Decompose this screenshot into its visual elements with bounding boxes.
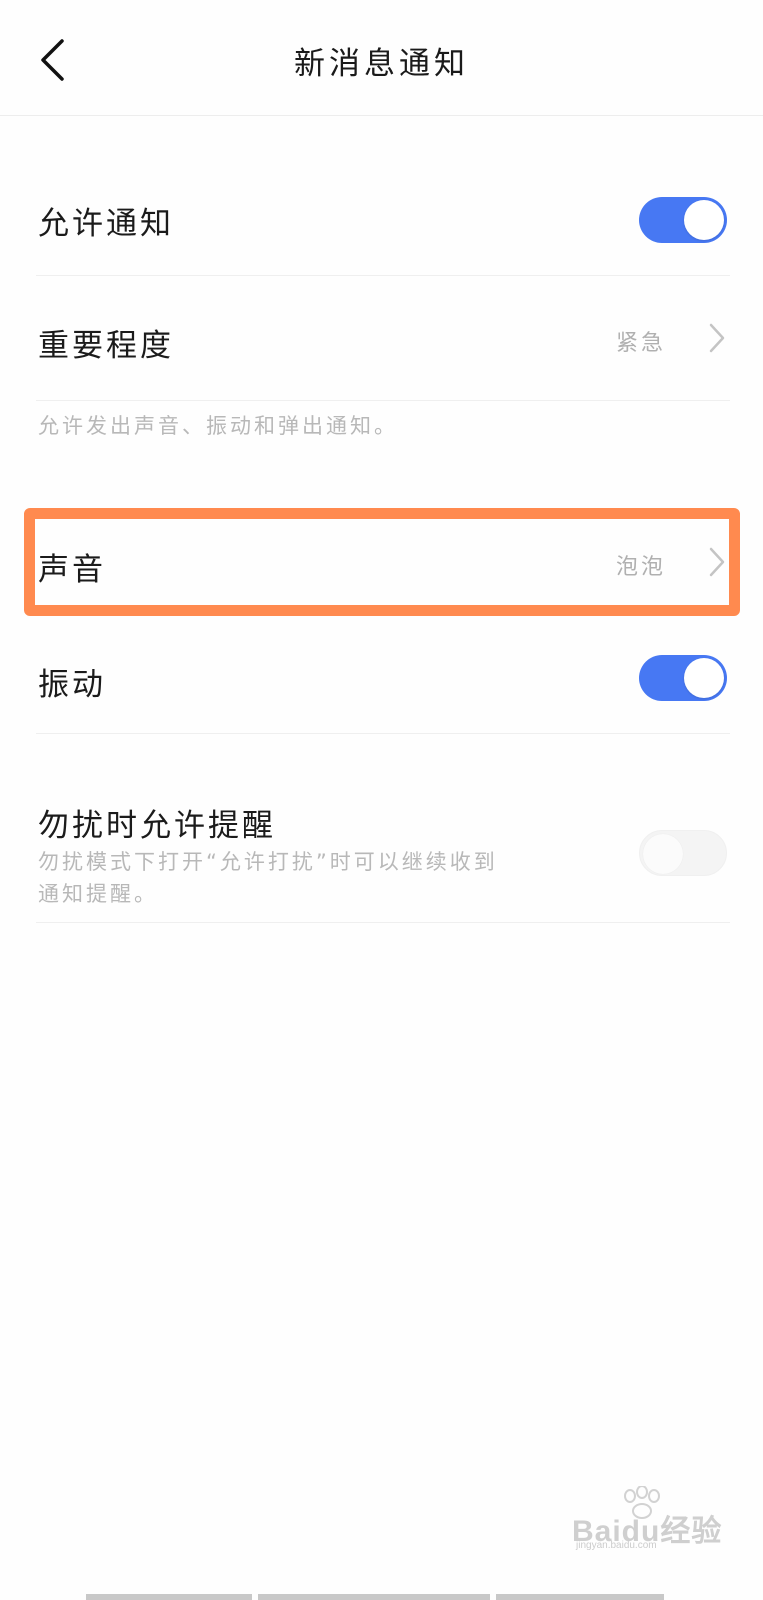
importance-row[interactable]: 重要程度 紧急 [36,276,730,401]
importance-value: 紧急 [615,331,666,356]
importance-description: 允许发出声音、振动和弹出通知。 [38,414,398,438]
watermark-subtext: jingyan.baidu.com [576,1540,657,1551]
sound-value: 泡泡 [615,555,666,580]
vibration-row[interactable]: 振动 [36,616,730,734]
bottom-bars [0,1592,763,1600]
toggle-knob [684,200,724,240]
toggle-knob [643,834,683,874]
allow-notifications-toggle[interactable] [639,197,727,243]
allow-notifications-label: 允许通知 [38,206,174,242]
bottom-bar-segment [86,1594,252,1600]
allow-notifications-row[interactable]: 允许通知 [36,158,730,276]
toggle-knob [684,658,724,698]
dnd-desc-line-2: 通知提醒。 [38,882,158,906]
dnd-reminder-description: 勿扰模式下打开“允许打扰”时可以继续收到 通知提醒。 [38,846,618,910]
importance-label: 重要程度 [38,328,174,364]
chevron-right-icon [709,323,725,353]
top-bar: 新消息通知 [0,0,763,116]
baidu-watermark: Baidu经验 jingyan.baidu.com [572,1486,722,1551]
page-title: 新消息通知 [294,46,469,82]
dnd-reminder-label: 勿扰时允许提醒 [38,808,276,844]
sound-row[interactable]: 声音 泡泡 [36,516,730,610]
vibration-toggle[interactable] [639,655,727,701]
vibration-label: 振动 [38,667,106,703]
chevron-right-icon [709,547,725,577]
sound-label: 声音 [38,552,106,588]
dnd-desc-line-1: 勿扰模式下打开“允许打扰”时可以继续收到 [38,850,498,874]
bottom-bar-segment [496,1594,664,1600]
dnd-reminder-toggle[interactable] [639,830,727,876]
dnd-reminder-row[interactable]: 勿扰时允许提醒 勿扰模式下打开“允许打扰”时可以继续收到 通知提醒。 [36,734,730,923]
bottom-bar-segment [258,1594,490,1600]
